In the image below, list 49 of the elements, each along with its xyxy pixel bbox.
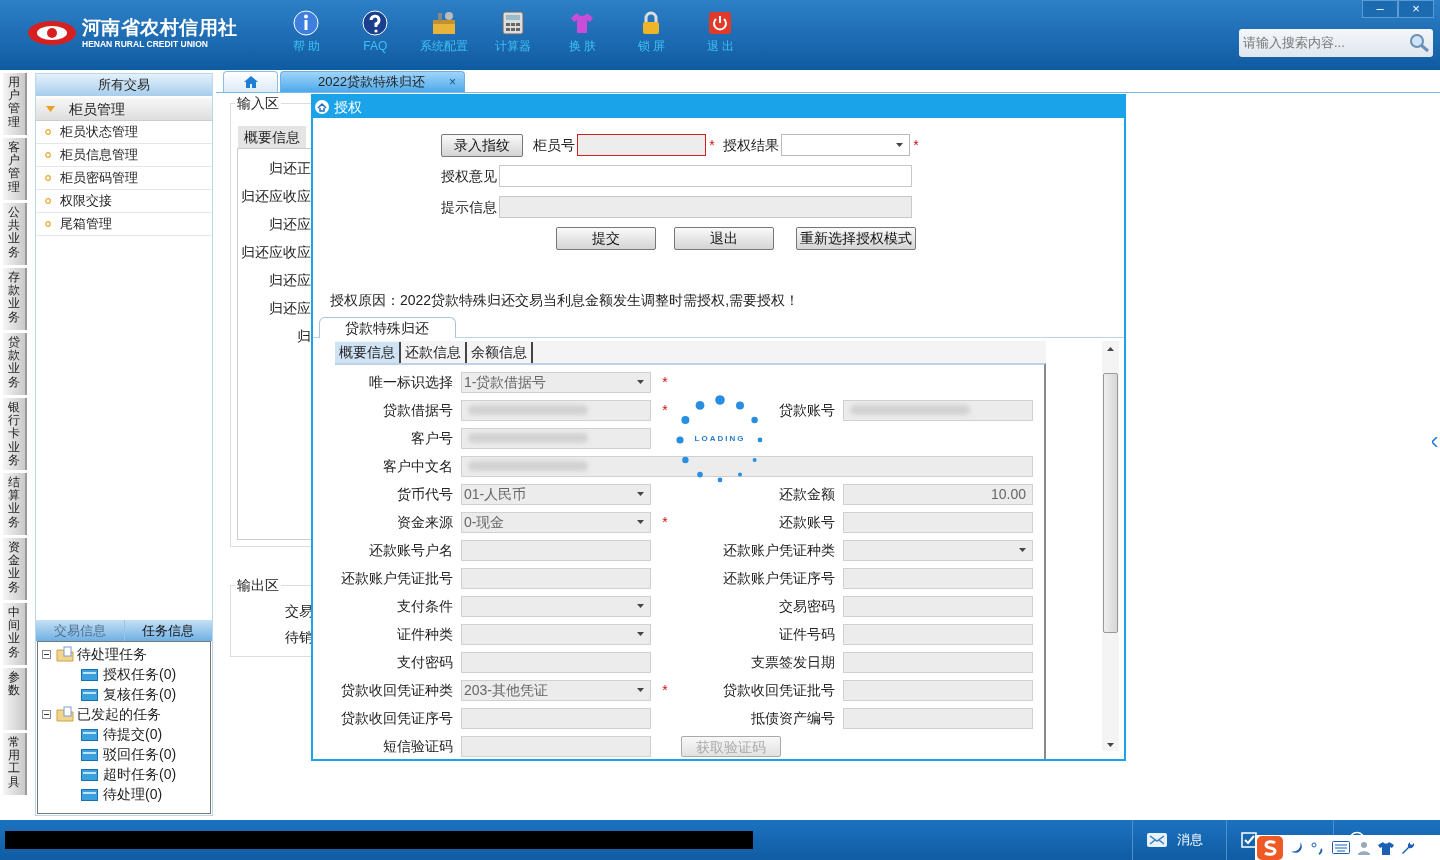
field-label: 抵债资产编号 [750, 708, 835, 728]
dialog-title: 授权 [334, 97, 362, 117]
field-label: 归还应 [269, 299, 311, 318]
logo-title: 河南省农村信用社 [82, 18, 238, 37]
field-label: 贷款账号 [778, 400, 835, 420]
field-label: 贷款借据号 [382, 400, 453, 420]
field-label: 授权结果 [723, 135, 779, 155]
field-label: 资金来源 [396, 512, 453, 532]
field-label: 证件号码 [778, 624, 835, 644]
required-mark: * [708, 135, 716, 155]
required-mark: * [912, 135, 920, 155]
output-area-legend: 输出区 [235, 576, 281, 594]
field-label: 归还应收应 [241, 187, 311, 206]
field-label: 支付密码 [396, 652, 453, 672]
field-label: 还款账号 [778, 512, 835, 532]
field-label: 授权意见 [441, 166, 497, 186]
field-label: 还款金额 [778, 484, 835, 504]
field-label: 还款账户凭证序号 [722, 568, 835, 588]
field-label: 归还应 [269, 215, 311, 234]
field-label: 证件种类 [396, 624, 453, 644]
logo-subtitle: HENAN RURAL CREDIT UNION [82, 40, 209, 49]
field-label: 提示信息 [441, 197, 497, 217]
field-label: 柜员号 [533, 135, 575, 155]
panel-header: 所有交易 [36, 74, 212, 96]
field-label: 支票签发日期 [750, 652, 835, 672]
field-label: 归还正 [269, 159, 311, 178]
field-label: 交易密码 [778, 596, 835, 616]
authorization-reason: 授权原因：2022贷款特殊归还交易当利息金额发生调整时需授权,需要授权！ [330, 291, 801, 310]
field-label: 贷款收回凭证序号 [340, 708, 453, 728]
field-label: 短信验证码 [382, 736, 453, 756]
loading-label: LOADING [693, 433, 747, 445]
required-mark: * [661, 512, 669, 532]
required-mark: * [661, 680, 669, 700]
required-mark: * [661, 400, 669, 420]
field-label: 归还应 [269, 271, 311, 290]
field-label: 贷款收回凭证批号 [722, 680, 835, 700]
field-label: 唯一标识选择 [368, 372, 453, 392]
field-label: 归还应收应 [241, 243, 311, 262]
field-label: 客户中文名 [382, 456, 453, 476]
field-label: 支付条件 [396, 596, 453, 616]
field-label: 还款账户凭证种类 [722, 540, 835, 560]
field-label: 贷款收回凭证种类 [340, 680, 453, 700]
required-mark: * [661, 372, 669, 392]
field-label: 客户号 [410, 428, 453, 448]
input-area-legend: 输入区 [235, 94, 281, 112]
field-label: 归 [297, 327, 311, 346]
field-label: 还款账户凭证批号 [340, 568, 453, 588]
field-label: 货币代号 [396, 484, 453, 504]
field-label: 还款账号户名 [368, 540, 453, 560]
